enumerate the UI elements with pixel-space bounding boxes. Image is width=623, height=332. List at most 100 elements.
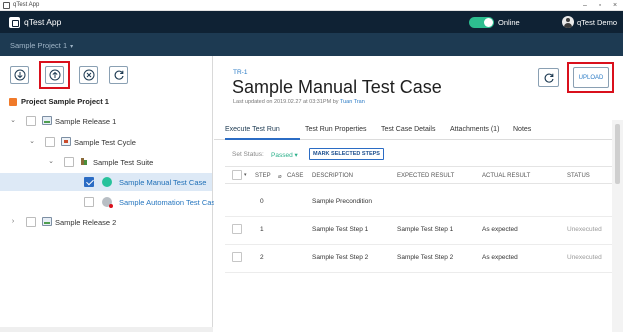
- tree-node-label: Sample Test Suite: [93, 158, 154, 167]
- step-description: Sample Test Step 2: [312, 254, 369, 261]
- column-header-status: STATUS: [567, 173, 590, 179]
- user-name[interactable]: qTest Demo: [577, 18, 617, 27]
- minimize-icon[interactable]: –: [580, 1, 590, 10]
- app-header: qTest App Online qTest Demo: [0, 11, 623, 33]
- select-all-checkbox[interactable]: [232, 170, 242, 180]
- row-divider: [225, 216, 615, 217]
- release-icon: [42, 217, 52, 226]
- release-icon: [42, 116, 52, 125]
- user-avatar-icon[interactable]: [562, 16, 574, 28]
- refresh-icon: [544, 73, 554, 83]
- step-description: Sample Test Step 1: [312, 226, 369, 233]
- x-circle-icon: [83, 69, 94, 81]
- tree-node-test-cycle[interactable]: ⌄ Sample Test Cycle: [0, 133, 212, 151]
- column-header-actual-result: ACTUAL RESULT: [482, 173, 531, 179]
- active-tab-indicator: [225, 138, 300, 140]
- steps-table-header: ▾ STEP ⌀ CASE DESCRIPTION EXPECTED RESUL…: [225, 166, 615, 184]
- step-number: 2: [260, 254, 264, 261]
- chevron-down-icon[interactable]: ▾: [244, 172, 247, 178]
- refresh-icon: [114, 70, 124, 80]
- tab-attachments[interactable]: Attachments (1): [450, 126, 499, 133]
- tree-node-checkbox[interactable]: [26, 116, 36, 126]
- chevron-down-icon: ▾: [70, 44, 74, 50]
- paperclip-icon: ⌀: [278, 174, 282, 180]
- test-execution-tree-panel: Project Sample Project 1 ⌄ Sample Releas…: [0, 56, 219, 332]
- qtest-logo: qTest App: [9, 16, 61, 28]
- project-bar: Sample Project 1 ▾: [0, 33, 623, 56]
- step-status[interactable]: Unexecuted: [567, 254, 602, 261]
- row-divider: [225, 272, 615, 273]
- chevron-down-icon[interactable]: ⌄: [47, 158, 55, 166]
- tree-node-checkbox[interactable]: [84, 177, 94, 187]
- tree-node-automation-test-case[interactable]: Sample Automation Test Case: [0, 193, 219, 211]
- chevron-right-icon[interactable]: ›: [9, 218, 17, 226]
- test-suite-icon: [80, 158, 88, 166]
- step-checkbox[interactable]: [232, 252, 242, 262]
- online-toggle[interactable]: [469, 17, 494, 28]
- project-selector[interactable]: Sample Project 1 ▾: [10, 41, 73, 50]
- tree-node-test-suite[interactable]: ⌄ Sample Test Suite: [0, 153, 212, 171]
- chevron-down-icon[interactable]: ⌄: [28, 138, 36, 146]
- tree-node-checkbox[interactable]: [45, 137, 55, 147]
- upload-highlight-box: [39, 61, 70, 89]
- tab-notes[interactable]: Notes: [513, 126, 531, 133]
- project-root-node[interactable]: Project Sample Project 1: [9, 97, 109, 106]
- tree-node-checkbox[interactable]: [64, 157, 74, 167]
- column-header-expected-result: EXPECTED RESULT: [397, 173, 455, 179]
- toggle-knob: [484, 18, 493, 27]
- project-icon: [9, 97, 17, 106]
- test-run-status-icon: [102, 197, 113, 208]
- right-vertical-scrollbar[interactable]: [612, 120, 623, 332]
- arrow-down-circle-icon: [14, 69, 25, 81]
- restore-icon[interactable]: ▫: [595, 1, 605, 10]
- app-window-icon: [3, 2, 10, 9]
- tree-node-label: Sample Release 2: [55, 218, 117, 227]
- last-updated-prefix: Last updated on 2019.02.27 at 03:31PM by: [233, 99, 340, 105]
- tree-node-manual-test-case[interactable]: Sample Manual Test Case: [0, 173, 212, 191]
- page-title: Sample Manual Test Case: [232, 77, 442, 97]
- step-number: 0: [260, 198, 264, 205]
- upload-highlight-box: [567, 62, 614, 93]
- last-updated-user-link[interactable]: Tuan Tran: [340, 99, 365, 105]
- left-horizontal-scrollbar[interactable]: [0, 327, 213, 332]
- tab-execute-test-run[interactable]: Execute Test Run: [225, 126, 280, 133]
- test-run-detail-panel: TR-1 Sample Manual Test Case Last update…: [214, 56, 623, 332]
- detail-tabs: Execute Test Run Test Run Properties Tes…: [214, 120, 623, 140]
- tree-node-label: Sample Release 1: [55, 117, 117, 126]
- step-expected-result: Sample Test Step 1: [397, 226, 454, 233]
- set-status-label: Set Status:: [232, 151, 264, 158]
- test-run-id[interactable]: TR-1: [233, 69, 247, 76]
- project-root-label: Project Sample Project 1: [21, 97, 109, 106]
- test-run-status-icon: [102, 177, 112, 187]
- column-header-description: DESCRIPTION: [312, 173, 354, 179]
- project-selector-label: Sample Project 1: [10, 41, 68, 50]
- step-checkbox[interactable]: [232, 224, 242, 234]
- column-header-step: STEP: [255, 173, 271, 179]
- tab-test-case-details[interactable]: Test Case Details: [381, 126, 435, 133]
- step-status[interactable]: Unexecuted: [567, 226, 602, 233]
- tree-node-release-1[interactable]: ⌄ Sample Release 1: [0, 112, 212, 130]
- test-cycle-icon: [61, 137, 71, 146]
- tree-node-checkbox[interactable]: [26, 217, 36, 227]
- tree-node-label: Sample Automation Test Case: [119, 198, 220, 207]
- column-header-case: CASE: [287, 173, 304, 179]
- step-description: Sample Precondition: [312, 198, 372, 205]
- online-label: Online: [498, 18, 520, 27]
- status-dropdown[interactable]: Passed ▾: [271, 151, 298, 159]
- tab-test-run-properties[interactable]: Test Run Properties: [305, 126, 366, 133]
- chevron-down-icon[interactable]: ⌄: [9, 117, 17, 125]
- scrollbar-thumb[interactable]: [615, 124, 620, 184]
- step-actual-result[interactable]: As expected: [482, 254, 518, 261]
- step-actual-result[interactable]: As expected: [482, 226, 518, 233]
- tree-node-release-2[interactable]: › Sample Release 2: [0, 213, 212, 231]
- tree-node-checkbox[interactable]: [84, 197, 94, 207]
- refresh-test-run-button[interactable]: [538, 68, 559, 87]
- step-number: 1: [260, 226, 264, 233]
- remove-button[interactable]: [79, 66, 98, 84]
- step-expected-result: Sample Test Step 2: [397, 254, 454, 261]
- close-icon[interactable]: ×: [610, 1, 620, 10]
- qtest-logo-icon: [9, 16, 20, 28]
- refresh-button[interactable]: [109, 66, 128, 84]
- mark-selected-steps-button[interactable]: MARK SELECTED STEPS: [309, 148, 384, 160]
- download-button[interactable]: [10, 66, 29, 84]
